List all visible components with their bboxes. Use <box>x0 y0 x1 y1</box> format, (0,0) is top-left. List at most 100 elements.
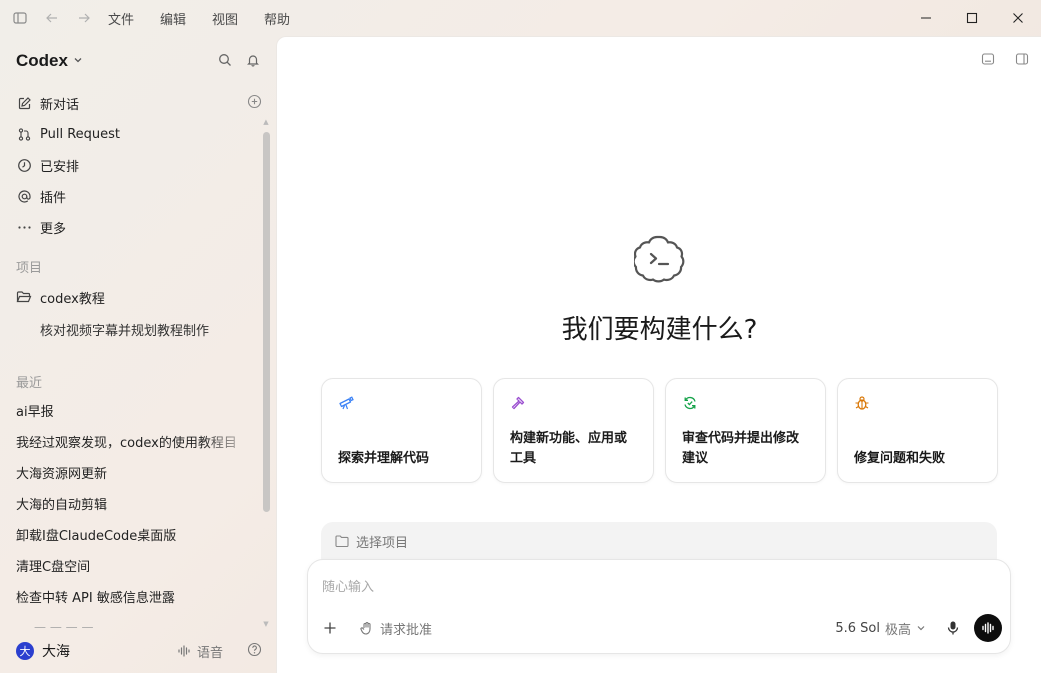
sidebar-item-plugins[interactable]: 插件 <box>16 181 262 212</box>
card-label: 探索并理解代码 <box>338 451 430 466</box>
hammer-icon <box>511 396 525 410</box>
refresh-check-icon <box>684 396 696 410</box>
help-icon[interactable] <box>247 642 262 661</box>
approval-mode-button[interactable]: 请求批准 <box>360 619 432 638</box>
side-panel-icon[interactable] <box>1015 51 1029 70</box>
search-icon[interactable] <box>218 52 232 71</box>
list-item[interactable]: 我经过观察发现，codex的使用教程目 <box>16 426 246 457</box>
projects-section-label: 项目 <box>16 261 43 276</box>
sidebar-toggle-icon[interactable] <box>12 10 28 26</box>
sidebar-item-label: Pull Request <box>40 127 121 142</box>
recent-section-label: 最近 <box>16 376 43 391</box>
title-bar: 文件 编辑 视图 帮助 <box>0 0 1041 36</box>
scroll-down-arrow-icon[interactable]: ▼ <box>262 620 270 628</box>
project-name: codex教程 <box>40 291 105 307</box>
bell-icon[interactable] <box>246 52 260 71</box>
user-row: 大 大海 语音 <box>16 640 262 662</box>
list-item[interactable]: 大海资源网更新 <box>16 457 246 488</box>
sidebar: Codex 新对话 Pull Request 已安排 插件 更多 项目 code… <box>0 36 276 673</box>
menu-help[interactable]: 帮助 <box>264 9 290 28</box>
minimize-button[interactable] <box>903 0 949 36</box>
card-label: 审查代码并提出修改建议 <box>682 431 800 466</box>
workspace-switcher[interactable]: Codex <box>16 51 68 71</box>
suggestion-card-explore[interactable]: 探索并理解代码 <box>321 378 482 483</box>
chevron-down-icon <box>917 626 925 631</box>
more-icon <box>16 220 32 236</box>
project-selector-label: 选择项目 <box>356 535 409 551</box>
suggestion-card-build[interactable]: 构建新功能、应用或工具 <box>493 378 654 483</box>
codex-cloud-icon <box>634 235 685 283</box>
voice-wave-icon <box>178 645 190 657</box>
list-item[interactable]: 卸载I盘ClaudeCode桌面版 <box>16 519 246 550</box>
menu-view[interactable]: 视图 <box>212 9 238 28</box>
reasoning-level: 极高 <box>884 622 911 638</box>
close-icon <box>1013 13 1023 23</box>
sidebar-item-pull-request[interactable]: Pull Request <box>16 119 262 150</box>
menu-bar: 文件 编辑 视图 帮助 <box>108 9 290 28</box>
sidebar-item-label: 插件 <box>40 191 67 206</box>
message-input[interactable]: 随心输入 <box>322 576 374 595</box>
recent-list: ai早报 我经过观察发现，codex的使用教程目 大海资源网更新 大海的自动剪辑… <box>16 395 246 612</box>
model-name: 5.6 Sol <box>835 620 880 636</box>
card-label: 构建新功能、应用或工具 <box>510 431 628 466</box>
chevron-down-icon[interactable] <box>73 55 83 68</box>
sidebar-nav: 新对话 Pull Request 已安排 插件 更多 <box>16 88 262 243</box>
waveform-icon <box>982 622 994 634</box>
avatar[interactable]: 大 <box>16 642 34 660</box>
voice-label: 语音 <box>196 645 223 661</box>
hand-icon <box>360 621 371 635</box>
forward-arrow-icon[interactable] <box>76 10 92 26</box>
project-thread[interactable]: 核对视频字幕并规划教程制作 <box>40 320 209 339</box>
card-label: 修复问题和失败 <box>854 451 946 466</box>
user-name[interactable]: 大海 <box>42 641 70 661</box>
list-item[interactable]: ai早报 <box>16 395 246 426</box>
suggestion-card-fix[interactable]: 修复问题和失败 <box>837 378 998 483</box>
composer-toolbar: 请求批准 5.6 Sol 极高 <box>322 613 1002 643</box>
telescope-icon <box>339 396 354 410</box>
suggestion-card-review[interactable]: 审查代码并提出修改建议 <box>665 378 826 483</box>
sidebar-item-scheduled[interactable]: 已安排 <box>16 150 262 181</box>
sidebar-item-label: 新对话 <box>40 98 80 113</box>
sidebar-item-more[interactable]: 更多 <box>16 212 262 243</box>
sidebar-item-new-chat[interactable]: 新对话 <box>16 88 262 119</box>
plus-icon <box>324 622 336 634</box>
maximize-button[interactable] <box>949 0 995 36</box>
sidebar-item-label: 已安排 <box>40 160 80 175</box>
list-item[interactable]: 检查中转 API 敏感信息泄露 <box>16 581 246 612</box>
sidebar-item-label: 更多 <box>40 222 67 237</box>
terminal-panel-icon[interactable] <box>981 51 995 70</box>
voice-send-button[interactable] <box>974 614 1002 642</box>
add-circle-icon[interactable] <box>247 94 262 113</box>
model-selector[interactable]: 5.6 Sol 极高 <box>835 619 926 638</box>
maximize-icon <box>966 12 978 24</box>
main-toolbar <box>981 51 1029 70</box>
clock-icon <box>16 158 32 174</box>
list-item[interactable]: 清理C盘空间 <box>16 550 246 581</box>
sidebar-scrollbar[interactable]: ▲ ▼ <box>262 118 270 628</box>
pull-request-icon <box>16 127 32 143</box>
voice-button[interactable]: 语音 <box>177 642 223 661</box>
menu-file[interactable]: 文件 <box>108 9 134 28</box>
list-item[interactable]: 大海的自动剪辑 <box>16 488 246 519</box>
back-arrow-icon[interactable] <box>44 10 60 26</box>
project-item[interactable]: codex教程 <box>16 282 105 312</box>
edit-icon <box>16 96 32 112</box>
folder-icon <box>335 535 349 547</box>
brand-row: Codex <box>16 50 260 72</box>
close-button[interactable] <box>995 0 1041 36</box>
scroll-up-arrow-icon[interactable]: ▲ <box>262 118 270 126</box>
approval-label: 请求批准 <box>380 622 433 638</box>
scrollbar-thumb[interactable] <box>263 132 270 512</box>
project-selector[interactable]: 选择项目 <box>321 522 997 560</box>
bug-icon <box>855 396 869 410</box>
folder-open-icon <box>16 290 32 304</box>
window-controls <box>903 0 1041 36</box>
microphone-icon[interactable] <box>946 620 960 636</box>
menu-edit[interactable]: 编辑 <box>160 9 186 28</box>
at-icon <box>16 189 32 205</box>
composer: 随心输入 请求批准 5.6 Sol 极高 <box>307 559 1011 654</box>
attach-button[interactable] <box>322 621 338 635</box>
minimize-icon <box>921 17 931 19</box>
suggestion-cards: 探索并理解代码 构建新功能、应用或工具 审查代码并提出修改建议 修复问题和失败 <box>321 378 998 483</box>
page-title: 我们要构建什么? <box>561 315 758 345</box>
